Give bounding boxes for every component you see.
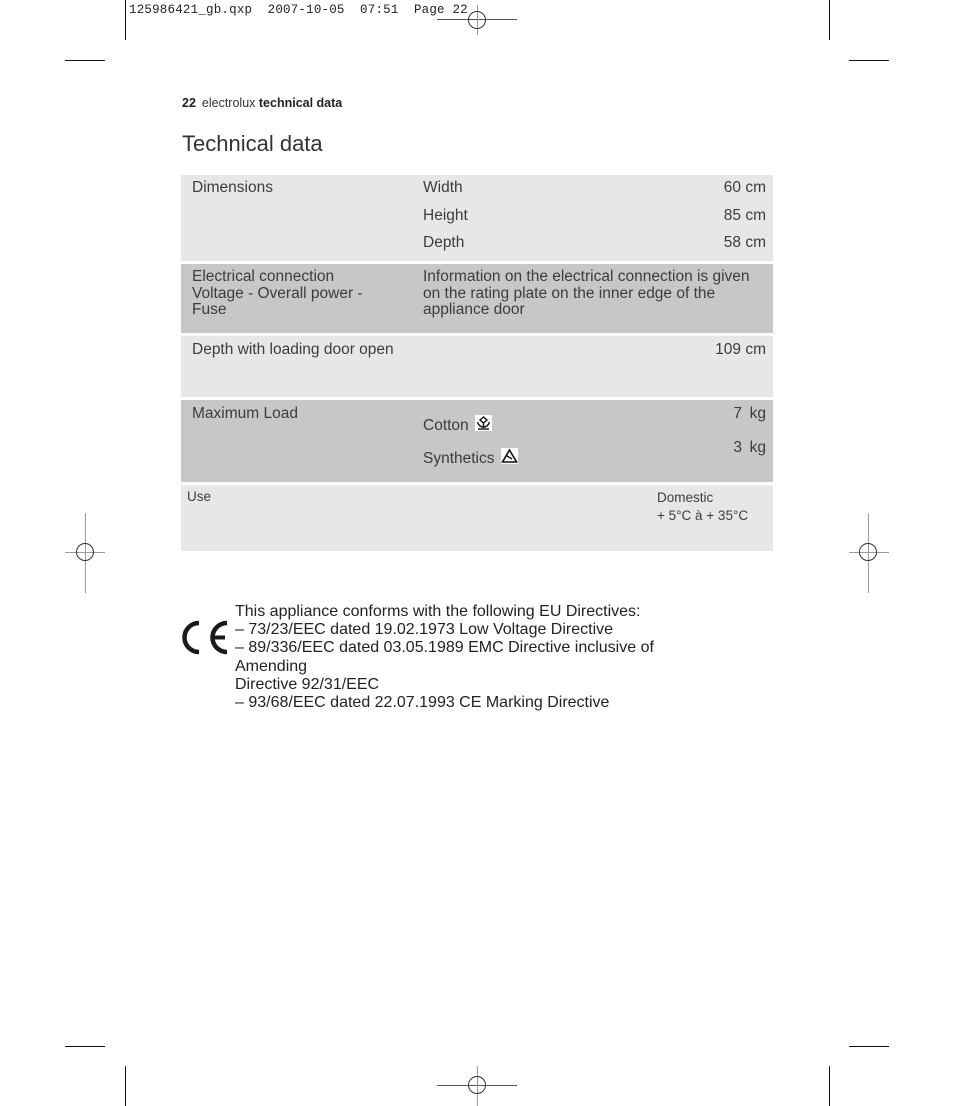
electrical-info: Information on the electrical connection… [423,268,750,319]
synthetics-symbol-icon [500,448,518,464]
load-unit: kg [749,439,766,456]
row-label: Depth with loading door open [192,341,394,358]
crop-mark [65,60,105,61]
load-amount: 7 [733,405,742,422]
dimension-value: 85 cm [723,207,766,224]
conformity-statement: This appliance conforms with the followi… [235,603,654,712]
dimension-name: Height [423,207,468,224]
dimension-name: Depth [423,234,465,251]
section-name: technical data [258,96,343,110]
label-line: Voltage - Overall power - [192,284,363,302]
crop-mark [125,1066,126,1106]
table-row-depth-door-open: Depth with loading door open 109 cm [181,336,773,400]
conformity-line: This appliance conforms with the followi… [235,603,641,620]
printer-slug: 125986421_gb.qxp 2007-10-05 07:51 Page 2… [129,3,468,17]
running-header: 22 electrolux technical data [182,96,342,110]
ce-mark-icon [180,619,230,662]
info-line: appliance door [423,301,525,318]
row-label: Electrical connection Voltage - Overall … [192,268,363,319]
label-line: Fuse [192,301,227,318]
brand-name: electrolux [201,96,256,110]
table-row-use: Use Domestic + 5°C à + 35°C [181,485,773,551]
load-item-synthetics: Synthetics [423,448,518,468]
row-label: Use [187,489,212,504]
table-row-dimensions: Dimensions Width 60 cm Height 85 cm Dept… [181,175,773,264]
row-label: Dimensions [192,179,273,196]
load-item-cotton: Cotton [423,415,492,435]
conformity-line: Directive 92/31/EEC [235,675,380,693]
page-number: 22 [182,96,196,110]
load-value-synthetics: 3 kg [733,439,766,457]
load-item-name: Synthetics [423,450,495,467]
crop-mark [125,0,126,40]
load-value-cotton: 7 kg [733,405,766,423]
table-row-maximum-load: Maximum Load Cotton 7 kg Synthetics 3 kg [181,400,773,485]
conformity-line: – 93/68/EEC dated 22.07.1993 CE Marking … [235,694,610,712]
crop-mark [829,0,830,40]
row-label: Maximum Load [192,405,298,422]
cotton-symbol-icon [474,415,492,431]
conformity-line: – 89/336/EEC dated 03.05.1989 EMC Direct… [235,639,654,657]
use-value: Domestic + 5°C à + 35°C [657,489,748,524]
conformity-line: – 73/23/EEC dated 19.02.1973 Low Voltage… [235,621,614,639]
crop-mark [65,1046,105,1047]
table-row-electrical: Electrical connection Voltage - Overall … [181,264,773,336]
info-line: on the rating plate on the inner edge of… [423,284,716,302]
use-value-line: Domestic [657,490,714,505]
crop-mark [829,1066,830,1106]
load-unit: kg [749,405,766,422]
label-line: Electrical connection [192,268,335,285]
row-value: 109 cm [715,341,766,358]
crop-mark [849,60,889,61]
crop-mark [849,1046,889,1047]
technical-data-table: Dimensions Width 60 cm Height 85 cm Dept… [181,175,773,551]
page-title: Technical data [182,131,323,156]
info-line: Information on the electrical connection… [423,268,750,285]
dimension-value: 58 cm [723,234,766,251]
dimension-name: Width [423,179,463,196]
load-item-name: Cotton [423,417,469,434]
use-value-line: + 5°C à + 35°C [657,507,749,523]
dimension-value: 60 cm [723,179,766,196]
conformity-line: Amending [235,657,308,675]
load-amount: 3 [733,439,742,456]
